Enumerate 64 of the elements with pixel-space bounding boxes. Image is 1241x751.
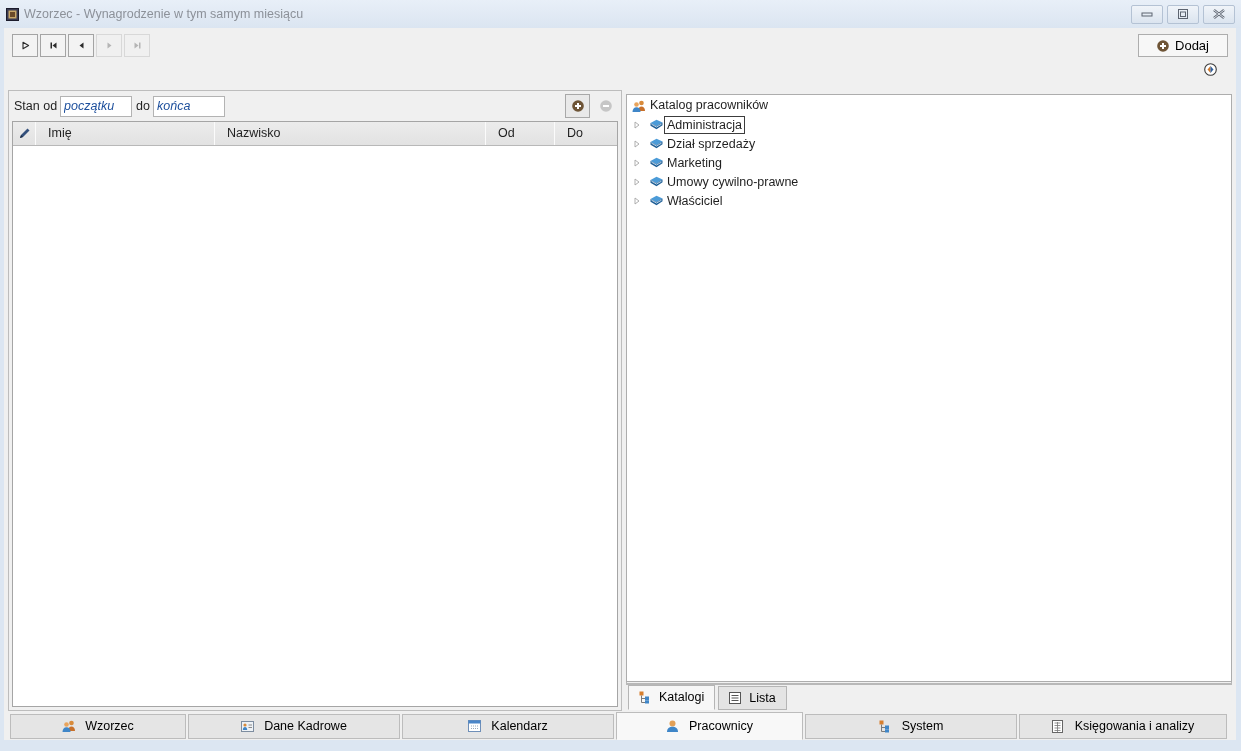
column-header[interactable]: Do <box>555 122 617 145</box>
people-icon <box>632 99 645 112</box>
maximize-button[interactable] <box>1167 4 1199 24</box>
previous-icon <box>76 41 86 50</box>
filter-label: do <box>136 98 150 114</box>
tree-item[interactable]: Marketing <box>664 153 725 172</box>
app-icon <box>6 7 19 21</box>
tab[interactable]: Księgowania i analizy <box>1019 714 1227 739</box>
plus-circle-icon <box>1157 39 1169 52</box>
column-header[interactable] <box>13 122 35 145</box>
tree-item[interactable]: Administracja <box>664 115 746 134</box>
first-button[interactable] <box>40 34 66 57</box>
play-button[interactable] <box>12 34 38 57</box>
ledger-icon <box>1051 720 1065 733</box>
pencil-icon <box>18 128 30 139</box>
play-icon <box>20 41 30 50</box>
minimize-icon <box>1141 9 1153 19</box>
expand-icon[interactable] <box>634 196 640 205</box>
tab[interactable]: Lista <box>718 686 787 710</box>
book-icon <box>650 119 663 130</box>
tab[interactable]: System <box>805 714 1017 739</box>
hierarchy-icon <box>878 720 892 733</box>
expand-icon[interactable] <box>634 120 640 129</box>
previous-button[interactable] <box>68 34 94 57</box>
minus-circle-icon <box>599 100 612 112</box>
tree-root-label[interactable]: Katalog pracowników <box>650 98 769 113</box>
hierarchy-icon <box>639 691 651 704</box>
last-icon <box>132 41 142 50</box>
tab[interactable]: Kalendarz <box>402 714 614 739</box>
calendar-icon <box>468 720 482 733</box>
list-icon <box>729 691 742 705</box>
book-icon <box>650 176 663 187</box>
tree-item[interactable]: Umowy cywilno-prawne <box>664 172 802 191</box>
filter-label: Stan od <box>14 98 58 114</box>
date-to-field[interactable]: końca <box>153 95 225 117</box>
expand-icon[interactable] <box>634 177 640 186</box>
people-icon <box>62 720 76 733</box>
tree-item[interactable]: Właściciel <box>664 191 726 210</box>
add-button[interactable]: Dodaj <box>1138 34 1228 57</box>
book-icon <box>650 157 663 168</box>
book-icon <box>650 195 663 206</box>
first-icon <box>48 41 58 50</box>
tab[interactable]: Pracownicy <box>616 712 803 740</box>
add-button[interactable] <box>565 94 590 118</box>
next-icon <box>104 41 114 50</box>
book-icon <box>650 138 663 149</box>
plus-circle-icon <box>571 100 584 112</box>
person-icon <box>666 719 680 733</box>
id-card-icon <box>241 720 255 733</box>
close-button[interactable] <box>1203 4 1235 24</box>
tab[interactable]: Katalogi <box>628 685 716 710</box>
maximize-icon <box>1177 9 1189 19</box>
tree-item[interactable]: Dział sprzedaży <box>664 134 759 153</box>
close-icon <box>1213 9 1225 19</box>
expand-icon[interactable] <box>634 139 640 148</box>
column-header[interactable]: Nazwisko <box>215 122 485 145</box>
column-header[interactable]: Imię <box>36 122 214 145</box>
expand-icon[interactable] <box>634 158 640 167</box>
window-title: Wzorzec - Wynagrodzenie w tym samym miesiącu <box>24 6 305 22</box>
date-from-field[interactable]: początku <box>60 95 133 117</box>
diamond-circle-icon[interactable] <box>1204 63 1217 76</box>
tab[interactable]: Wzorzec <box>10 714 186 739</box>
tab[interactable]: Dane Kadrowe <box>188 714 400 739</box>
column-header[interactable]: Od <box>486 122 554 145</box>
